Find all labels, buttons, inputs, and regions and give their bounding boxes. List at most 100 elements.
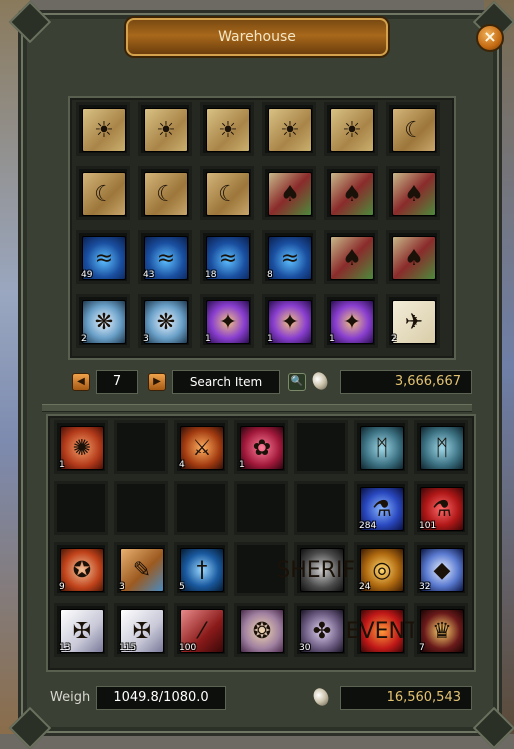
inventory-slot[interactable]: ✪ 9 [54,542,108,596]
warehouse-slot[interactable]: ☀ [76,102,130,156]
sheriff-badge-icon: SHERIFF [276,548,368,592]
warehouse-slot[interactable]: ☀ [262,102,316,156]
inventory-slot[interactable]: ᛗ [354,420,408,474]
inventory-slot[interactable] [54,481,108,535]
warehouse-slot[interactable]: ❋ 3 [138,294,192,348]
warehouse-slot[interactable]: ☾ [76,166,130,220]
warehouse-slot[interactable]: ✦ 1 [324,294,378,348]
warehouse-slot[interactable]: ≈49 [76,230,130,284]
warehouse-slot[interactable]: ❋ 2 [76,294,130,348]
inventory-slot[interactable] [294,420,348,474]
inventory-slot[interactable]: ✠ 115 [114,603,168,657]
fire-sword-icon: ⚔ [180,426,224,470]
inventory-slot[interactable]: ✠ 13 [54,603,108,657]
search-item-input[interactable]: Search Item [172,370,280,394]
royal-crest-icon: ♛ [420,609,464,653]
inventory-slot[interactable]: ✤ 30 [294,603,348,657]
inventory-slot[interactable]: ⁄ 100 [174,603,228,657]
inventory-slot[interactable] [114,420,168,474]
item-count: 1 [59,460,65,470]
event-box-icon: EVENT [346,609,418,653]
inventory-slot[interactable]: EVENT [346,603,418,657]
inventory-slot[interactable]: ⚔ 4 [174,420,228,474]
warehouse-slot[interactable]: ♠ [324,166,378,220]
inventory-slot[interactable]: SHERIFF [276,542,368,596]
close-button[interactable]: × [476,24,504,52]
blue-dagger-icon: † [180,548,224,592]
warehouse-slot[interactable]: ☾ [386,102,440,156]
inventory-slot[interactable]: ✎ 3 [114,542,168,596]
inventory-slot[interactable]: ᛗ [414,420,468,474]
rune-stone-icon: ᛗ [360,426,404,470]
item-count: 115 [119,643,137,653]
warehouse-slot[interactable]: ♠ [262,166,316,220]
item-count: 49 [81,270,93,280]
inventory-slot[interactable]: ✿ 1 [234,420,288,474]
item-count: 3 [143,334,149,344]
inventory-slot[interactable]: ♛ 7 [414,603,468,657]
search-icon[interactable]: 🔍 [288,373,306,391]
purple-disc-icon: ✦ [268,300,312,344]
next-page-button[interactable]: ▶ [148,373,166,391]
item-count: 24 [359,582,371,592]
warehouse-slot[interactable]: ≈18 [200,230,254,284]
inventory-slot[interactable]: ⚗ 284 [354,481,408,535]
warehouse-slot[interactable]: ♠ [386,230,440,284]
inventory-slot[interactable] [294,481,348,535]
warehouse-slot[interactable]: ✦ 1 [200,294,254,348]
warehouse-slot[interactable]: ☾ [200,166,254,220]
red-scroll-icon: ✺ [60,426,104,470]
warehouse-slot[interactable]: ☀ [324,102,378,156]
item-count: 1 [329,334,335,344]
warehouse-slot[interactable]: ☀ [200,102,254,156]
feather-orb-icon: ❋ [144,300,188,344]
window-title[interactable]: Warehouse [126,18,388,56]
item-count: 32 [419,582,431,592]
warehouse-slot[interactable]: ♠ [386,166,440,220]
elf-box-icon: ♠ [330,236,374,280]
purple-map-icon: ❂ [240,609,284,653]
section-divider [42,404,472,412]
item-count: 4 [179,460,185,470]
orange-scroll-icon: ✎ [120,548,164,592]
red-bird-letter-icon: ✈ [392,300,436,344]
weigh-label: Weigh [50,690,91,705]
red-map-icon: ✪ [60,548,104,592]
sun-scroll-icon: ☀ [144,108,188,152]
inventory-slot[interactable] [114,481,168,535]
purple-disc-icon: ✦ [330,300,374,344]
warehouse-slot[interactable]: ✦ 1 [262,294,316,348]
moon-scroll-icon: ☾ [392,108,436,152]
inventory-slot[interactable]: ❂ [234,603,288,657]
inventory-slot[interactable]: ⚗ 101 [414,481,468,535]
inventory-slot[interactable]: ◆ 32 [414,542,468,596]
warehouse-slot[interactable]: ≈43 [138,230,192,284]
weigh-value-field: 1049.8/1080.0 [96,686,226,710]
item-count: 1 [239,460,245,470]
inventory-slot[interactable]: ◎ 24 [354,542,408,596]
red-orb-icon: ✿ [240,426,284,470]
moon-scroll-icon: ☾ [206,172,250,216]
warehouse-slot[interactable]: ☾ [138,166,192,220]
inventory-slot[interactable]: † 5 [174,542,228,596]
warehouse-slot[interactable]: ♠ [324,230,378,284]
inventory-slot[interactable]: ✺ 1 [54,420,108,474]
item-count: 13 [59,643,71,653]
inventory-slot[interactable] [234,481,288,535]
item-count: 1 [205,334,211,344]
feather-orb-icon: ❋ [82,300,126,344]
inventory-slot[interactable] [174,481,228,535]
elf-box-icon: ♠ [268,172,312,216]
warehouse-slot[interactable]: ≈8 [262,230,316,284]
moon-scroll-icon: ☾ [144,172,188,216]
inventory-gold-field: 16,560,543 [340,686,472,710]
warehouse-slot[interactable]: ✈ 2 [386,294,440,348]
item-count: 5 [179,582,185,592]
item-count: 100 [179,643,197,653]
item-count: 2 [391,334,397,344]
item-count: 43 [143,270,155,280]
warehouse-slot[interactable]: ☀ [138,102,192,156]
page-number-field[interactable]: 7 [96,370,138,394]
elf-box-icon: ♠ [392,172,436,216]
prev-page-button[interactable]: ◀ [72,373,90,391]
